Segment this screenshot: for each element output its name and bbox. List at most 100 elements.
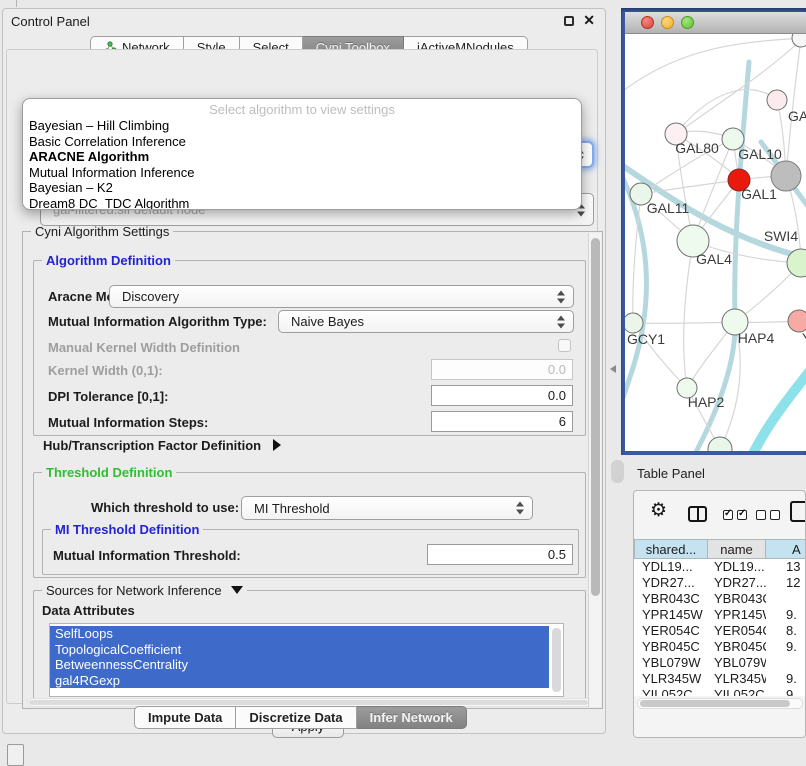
which-threshold-combobox[interactable]: MI Threshold xyxy=(241,496,533,520)
popup-item-bayesian-k2[interactable]: Bayesian – K2 xyxy=(23,180,581,196)
node-label: HAP2 xyxy=(688,394,725,410)
table-cell: YBR045C xyxy=(634,639,708,655)
hub-definition-row[interactable]: Hub/Transcription Factor Definition xyxy=(43,438,281,453)
manual-kernel-checkbox[interactable] xyxy=(558,339,571,352)
table-header-row: shared...nameA xyxy=(634,539,806,559)
table-row[interactable]: YER054CYER054C8. xyxy=(634,623,806,639)
float-window-icon[interactable] xyxy=(564,16,574,26)
sources-group-title[interactable]: Sources for Network Inference xyxy=(42,583,247,598)
table-row[interactable]: YDL19...YDL19...13 xyxy=(634,559,806,575)
combo-arrows-icon xyxy=(557,290,565,303)
mi-threshold-group: MI Threshold Definition Mutual Informati… xyxy=(42,529,579,575)
gray-edge[interactable] xyxy=(786,38,801,176)
sources-title-text: Sources for Network Inference xyxy=(46,583,222,598)
column-header-shared-[interactable]: shared... xyxy=(634,539,708,559)
table-row[interactable]: YBR043CYBR043C xyxy=(634,591,806,607)
attribute-item-selfloops[interactable]: SelfLoops xyxy=(50,626,549,642)
table-cell: YBL079W xyxy=(634,655,708,671)
table-row[interactable]: YPR145WYPR145W9. xyxy=(634,607,806,623)
expand-right-icon[interactable] xyxy=(273,439,281,451)
split-pane-handle-icon[interactable] xyxy=(610,365,616,373)
table-row[interactable]: YBR045CYBR045C9. xyxy=(634,639,806,655)
network-node[interactable] xyxy=(771,161,801,191)
tab-discretize-data[interactable]: Discretize Data xyxy=(236,706,356,729)
sources-group: Sources for Network Inference Data Attri… xyxy=(33,590,586,700)
collapsed-panel-button[interactable] xyxy=(7,744,24,766)
table-horizontal-scrollbar-thumb[interactable] xyxy=(640,700,790,707)
node-label: Y xyxy=(802,330,806,346)
gray-edge[interactable] xyxy=(625,38,801,94)
table-row[interactable]: YBL079WYBL079W xyxy=(634,655,806,671)
settings-vertical-scrollbar[interactable] xyxy=(588,233,601,707)
table-cell: YBR045C xyxy=(708,639,766,655)
mi-type-combobox[interactable]: Naive Bayes xyxy=(278,310,574,333)
cyan-edge[interactable] xyxy=(751,362,806,451)
node-label: HAP4 xyxy=(738,330,775,346)
table-cell: YDR27... xyxy=(634,575,708,591)
data-attributes-label: Data Attributes xyxy=(42,603,135,618)
tab-impute-data[interactable]: Impute Data xyxy=(134,706,236,729)
table-cell: YDL19... xyxy=(708,559,766,575)
table-row[interactable]: YIL052CYIL052C9 xyxy=(634,687,806,696)
collapse-down-icon[interactable] xyxy=(231,586,243,594)
mac-close-button[interactable] xyxy=(641,16,654,29)
data-attributes-list[interactable]: SelfLoopsTopologicalCoefficientBetweenne… xyxy=(49,623,564,697)
table-cell: YPR145W xyxy=(634,607,708,623)
table-cell: 12 xyxy=(766,575,806,591)
tab-infer-network[interactable]: Infer Network xyxy=(357,706,467,729)
popup-item-aracne-algorithm[interactable]: ARACNE Algorithm xyxy=(23,149,581,165)
table-cell: YBR043C xyxy=(708,591,766,607)
gray-edge[interactable] xyxy=(684,241,693,388)
network-view-titlebar[interactable] xyxy=(625,12,806,34)
kernel-width-field[interactable]: 0.0 xyxy=(431,359,573,380)
network-node[interactable] xyxy=(792,34,806,47)
network-node-gal[interactable] xyxy=(767,90,787,110)
attribute-item-betweennesscentrality[interactable]: BetweennessCentrality xyxy=(50,657,549,673)
document-icon[interactable] xyxy=(790,501,806,522)
table-row[interactable]: YDR27...YDR27...12 xyxy=(634,575,806,591)
settings-horizontal-scrollbar-thumb[interactable] xyxy=(29,700,588,705)
network-node-gcy1[interactable] xyxy=(625,313,643,333)
attribute-item-topologicalcoefficient[interactable]: TopologicalCoefficient xyxy=(50,642,549,658)
mac-minimize-button[interactable] xyxy=(661,16,674,29)
table-cell: YER054C xyxy=(634,623,708,639)
popup-item-basic-correlation-inference[interactable]: Basic Correlation Inference xyxy=(23,134,581,150)
deselect-all-checkboxes-icon[interactable] xyxy=(756,510,780,520)
close-icon[interactable]: ✕ xyxy=(583,12,595,29)
dpi-tolerance-field[interactable]: 0.0 xyxy=(431,385,573,406)
node-label: GAL11 xyxy=(647,200,690,216)
combo-arrows-icon xyxy=(516,502,524,515)
network-node-y[interactable] xyxy=(788,310,806,332)
attributes-scrollbar-thumb[interactable] xyxy=(552,628,561,692)
network-node[interactable] xyxy=(708,437,732,451)
table-horizontal-scrollbar[interactable] xyxy=(637,698,803,709)
side-scrollbar-thumb[interactable] xyxy=(611,460,624,483)
mac-zoom-button[interactable] xyxy=(681,16,694,29)
settings-vertical-scrollbar-thumb[interactable] xyxy=(591,238,600,596)
column-header-name[interactable]: name xyxy=(708,539,766,559)
popup-item-dream8-dc-tdc-algorithm[interactable]: Dream8 DC_TDC Algorithm xyxy=(23,196,581,211)
column-header-a[interactable]: A xyxy=(766,539,806,559)
mi-threshold-field[interactable]: 0.5 xyxy=(427,544,573,565)
network-graph[interactable]: GALGAL80GAL10GAL1GAL11GAL4SWI4GCY1HAP4YH… xyxy=(625,34,806,451)
algorithm-definition-title: Algorithm Definition xyxy=(42,253,175,268)
teal-edge[interactable] xyxy=(625,170,646,416)
tab-label: Discretize Data xyxy=(249,710,342,725)
attribute-item-gal4rgexp[interactable]: gal4RGexp xyxy=(50,673,549,689)
mi-steps-field[interactable]: 6 xyxy=(431,411,573,432)
settings-group-title: Cyni Algorithm Settings xyxy=(31,224,173,239)
select-all-checkboxes-icon[interactable] xyxy=(723,510,747,520)
unchecked-box-icon xyxy=(770,510,780,520)
popup-item-mutual-information-inference[interactable]: Mutual Information Inference xyxy=(23,165,581,181)
mi-steps-label: Mutual Information Steps: xyxy=(48,415,208,430)
table-row[interactable]: YLR345WYLR345W9. xyxy=(634,671,806,687)
gray-edge[interactable] xyxy=(676,90,777,134)
which-threshold-label: Which threshold to use: xyxy=(91,500,239,515)
table-cell: YIL052C xyxy=(708,687,766,696)
aracne-mode-combobox[interactable]: Discovery xyxy=(109,285,574,308)
column-chooser-icon[interactable] xyxy=(688,506,707,522)
combo-arrows-icon xyxy=(557,315,565,328)
table-cell: 9. xyxy=(766,671,806,687)
popup-item-bayesian-hill-climbing[interactable]: Bayesian – Hill Climbing xyxy=(23,118,581,134)
gear-icon[interactable]: ⚙ xyxy=(650,501,667,521)
